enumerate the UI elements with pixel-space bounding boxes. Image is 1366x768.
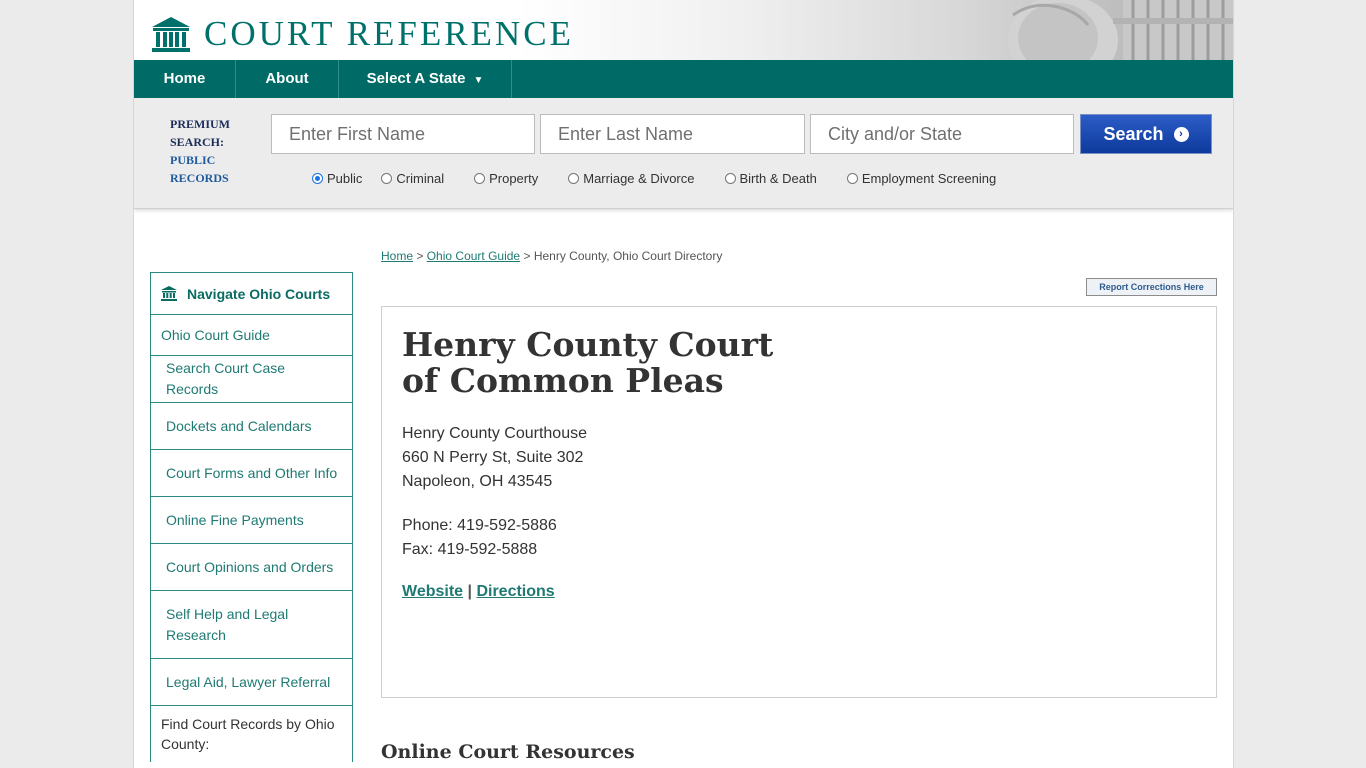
- sidebar-item-court-opinions[interactable]: Court Opinions and Orders: [151, 544, 352, 591]
- search-button-label: Search: [1103, 123, 1164, 144]
- radio-criminal[interactable]: Criminal: [381, 171, 444, 186]
- sidebar-item-ohio-court-guide[interactable]: Ohio Court Guide: [151, 315, 352, 356]
- radio-public[interactable]: Public: [312, 171, 362, 186]
- directions-link[interactable]: Directions: [476, 583, 554, 600]
- breadcrumb-ohio-court-guide[interactable]: Ohio Court Guide: [427, 249, 520, 263]
- caret-down-icon: ▼: [473, 75, 484, 86]
- logo-text: COURT REFERENCE: [204, 14, 574, 53]
- radio-property-dot[interactable]: [474, 173, 486, 184]
- nav-select-state[interactable]: Select A State ▼: [339, 60, 512, 98]
- premium-line-2: SEARCH:: [170, 135, 225, 149]
- radio-birth-death-label: Birth & Death: [739, 171, 817, 186]
- radio-property[interactable]: Property: [474, 171, 538, 186]
- radio-criminal-dot[interactable]: [381, 173, 393, 184]
- report-corrections-button[interactable]: Report Corrections Here: [1086, 278, 1217, 296]
- radio-employment-screening-label: Employment Screening: [861, 171, 997, 186]
- court-links: Website | Directions: [402, 583, 555, 601]
- radio-marriage-divorce-label: Marriage & Divorce: [583, 171, 695, 186]
- sidebar-item-self-help[interactable]: Self Help and Legal Research: [151, 591, 352, 659]
- premium-search-bar: PREMIUM SEARCH: PUBLIC RECORDS Search › …: [134, 98, 1233, 209]
- radio-marriage-divorce-dot[interactable]: [568, 173, 580, 184]
- chevron-right-icon: ›: [1173, 126, 1189, 142]
- breadcrumb-sep: >: [416, 249, 424, 263]
- radio-employment-screening-dot[interactable]: [846, 173, 858, 184]
- premium-line-4: RECORDS: [170, 171, 229, 185]
- search-button[interactable]: Search ›: [1080, 114, 1212, 154]
- last-name-input[interactable]: [540, 114, 805, 154]
- premium-search-label: PREMIUM SEARCH: PUBLIC RECORDS: [170, 115, 260, 187]
- first-name-input[interactable]: [271, 114, 535, 154]
- link-separator: |: [467, 583, 472, 600]
- main-nav: Home About Select A State ▼: [134, 60, 1233, 98]
- sidebar-heading: Navigate Ohio Courts: [151, 273, 352, 315]
- radio-birth-death[interactable]: Birth & Death: [724, 171, 817, 186]
- address-line-2: 660 N Perry St, Suite 302: [402, 449, 584, 466]
- court-address: Henry County Courthouse 660 N Perry St, …: [402, 422, 587, 494]
- sidebar-item-online-fine-payments[interactable]: Online Fine Payments: [151, 497, 352, 544]
- radio-criminal-label: Criminal: [396, 171, 445, 186]
- court-info-card: Henry County Court of Common Pleas Henry…: [381, 306, 1217, 698]
- court-title: Henry County Court of Common Pleas: [402, 325, 774, 400]
- site-logo[interactable]: COURT REFERENCE: [150, 14, 574, 54]
- breadcrumb-sep: >: [523, 249, 531, 263]
- breadcrumb: Home > Ohio Court Guide > Henry County, …: [381, 249, 722, 263]
- search-type-radios: Public Criminal Property Marriage & Divo…: [312, 171, 996, 186]
- premium-line-1: PREMIUM: [170, 117, 230, 131]
- city-state-input[interactable]: [810, 114, 1074, 154]
- sidebar-item-court-forms[interactable]: Court Forms and Other Info: [151, 450, 352, 497]
- sidebar-county-label: Find Court Records by Ohio County:: [161, 716, 335, 752]
- breadcrumb-home[interactable]: Home: [381, 249, 413, 263]
- address-line-3: Napoleon, OH 43545: [402, 473, 553, 490]
- court-contact: Phone: 419-592-5886 Fax: 419-592-5888: [402, 514, 557, 562]
- nav-home[interactable]: Home: [134, 60, 236, 98]
- radio-employment-screening[interactable]: Employment Screening: [846, 171, 997, 186]
- website-link[interactable]: Website: [402, 583, 463, 600]
- radio-property-label: Property: [489, 171, 539, 186]
- nav-select-state-label: Select A State: [366, 70, 466, 87]
- premium-line-3: PUBLIC: [170, 153, 216, 167]
- address-line-1: Henry County Courthouse: [402, 425, 587, 442]
- courthouse-icon: [152, 17, 190, 52]
- sidebar-heading-label: Navigate Ohio Courts: [187, 285, 331, 302]
- site-header: COURT REFERENCE: [134, 0, 1233, 60]
- courthouse-icon: [161, 286, 177, 301]
- nav-about[interactable]: About: [236, 60, 339, 98]
- court-fax: Fax: 419-592-5888: [402, 541, 538, 558]
- page-wrapper: COURT REFERENCE Home About Select A Stat…: [133, 0, 1234, 768]
- sidebar-item-legal-aid[interactable]: Legal Aid, Lawyer Referral: [151, 659, 352, 706]
- court-phone: Phone: 419-592-5886: [402, 517, 557, 534]
- sidebar-item-search-court-case-records[interactable]: Search Court Case Records: [151, 356, 352, 403]
- radio-public-label: Public: [327, 171, 363, 186]
- sidebar-item-dockets-calendars[interactable]: Dockets and Calendars: [151, 403, 352, 450]
- online-court-resources-heading: Online Court Resources: [381, 741, 635, 763]
- radio-public-dot[interactable]: [312, 173, 323, 184]
- breadcrumb-current: Henry County, Ohio Court Directory: [533, 249, 723, 263]
- radio-birth-death-dot[interactable]: [724, 173, 736, 184]
- sidebar-nav: Navigate Ohio Courts Ohio Court Guide Se…: [150, 272, 353, 762]
- column-decoration-icon: [1008, 0, 1233, 60]
- radio-marriage-divorce[interactable]: Marriage & Divorce: [568, 171, 695, 186]
